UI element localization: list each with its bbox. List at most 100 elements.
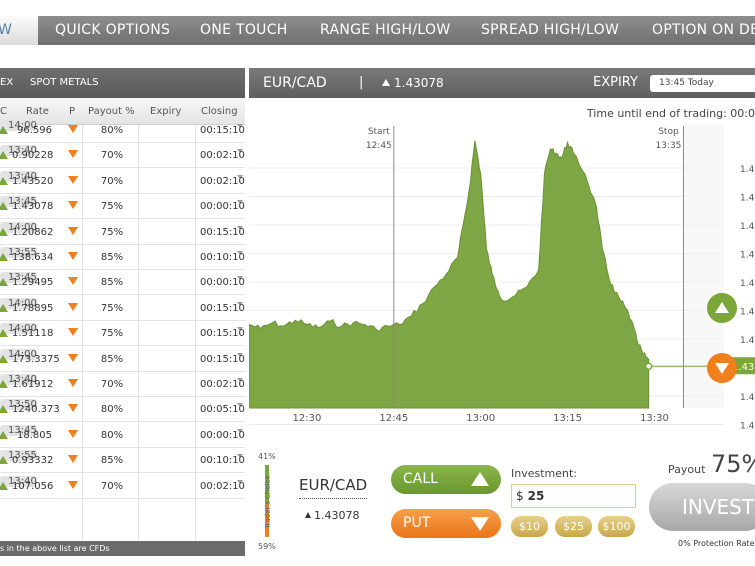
asset-row[interactable]: 1.61912 70% 13:40 00:02:10 (0, 372, 245, 397)
asset-rate: 1.43078 (12, 201, 54, 213)
y-tick-label: 1.4 (740, 165, 755, 175)
up-arrow-icon (305, 512, 311, 518)
expiry-select[interactable]: 13:45 Today (650, 75, 755, 92)
amount-25-button[interactable]: $25 (555, 516, 592, 537)
asset-row[interactable]: 1240.373 80% 13:50 00:05:10 (0, 397, 245, 423)
up-arrow-icon[interactable] (0, 227, 8, 236)
up-arrow-icon[interactable] (0, 253, 8, 261)
asset-row[interactable]: 107.056 70% 13:40 00:02:10 (0, 474, 245, 499)
up-arrow-icon[interactable] (0, 176, 8, 185)
asset-row[interactable]: 1.20862 75% 14:00 00:15:10 (0, 220, 245, 245)
down-arrow-icon[interactable] (68, 277, 78, 286)
protection-rate: 0% Protection Rate (678, 539, 755, 548)
down-arrow-icon[interactable] (68, 175, 78, 184)
tab-spot-metals[interactable]: SPOT METALS (30, 68, 99, 98)
asset-row[interactable]: 173.3375 85% 14:00 00:15:10 (0, 347, 245, 372)
current-rate-value: 1.43078 (394, 76, 444, 90)
tab-label: OPTION ON DEM (652, 22, 755, 38)
tab-range-high-low[interactable]: RANGE HIGH/LOW (320, 16, 450, 45)
down-arrow-icon[interactable] (68, 455, 78, 464)
down-arrow-icon[interactable] (68, 226, 78, 235)
tab-one-touch[interactable]: ONE TOUCH (200, 16, 288, 45)
asset-payout: 75% (100, 328, 124, 340)
down-arrow-icon[interactable] (68, 302, 78, 311)
current-rate: 1.43078 (382, 68, 444, 98)
up-arrow-icon (382, 79, 390, 86)
closing-countdown: 00:10:10 (200, 455, 245, 467)
start-label: Start (368, 127, 390, 137)
down-arrow-icon[interactable] (68, 353, 78, 362)
call-percentage: 41% (258, 452, 276, 461)
asset-rate: 107.056 (12, 480, 54, 492)
up-arrow-icon[interactable] (0, 202, 8, 211)
chart-put-button[interactable] (707, 353, 737, 383)
call-button[interactable]: CALL (391, 465, 501, 494)
down-arrow-icon[interactable] (68, 480, 78, 489)
asset-payout: 75% (100, 226, 124, 238)
put-percentage: 59% (258, 542, 276, 551)
tab-label: RANGE HIGH/LOW (320, 22, 451, 38)
asset-row[interactable]: 0.93332 85% 13:55 00:10:10 (0, 448, 245, 474)
asset-rate: 1.51118 (12, 328, 54, 340)
tab-binary[interactable]: W (0, 16, 38, 45)
closing-countdown: 00:02:10 (200, 379, 245, 390)
down-arrow-icon[interactable] (68, 150, 78, 159)
asset-row[interactable]: 1.78895 75% 14:00 00:15:10 (0, 296, 245, 321)
asset-row[interactable]: 0.90228 70% 13:40 00:02:10 (0, 143, 245, 169)
tab-forex[interactable]: EX (0, 68, 13, 98)
invest-button[interactable]: INVEST (649, 483, 755, 531)
asset-payout: 75% (100, 201, 124, 213)
up-arrow-icon[interactable] (0, 329, 8, 338)
y-tick-label: 1.4 (740, 308, 755, 318)
up-arrow-icon[interactable] (0, 380, 8, 388)
asset-rate: 1.78895 (12, 302, 54, 314)
asset-pair: EUR/CAD (263, 75, 327, 91)
chart-call-button[interactable] (707, 293, 737, 323)
tab-quick-options[interactable]: QUICK OPTIONS (55, 16, 170, 45)
up-arrow-icon[interactable] (0, 456, 8, 465)
traders-choice-label: Trader's Choice (263, 475, 272, 529)
put-button[interactable]: PUT (391, 509, 501, 538)
down-arrow-icon[interactable] (68, 252, 78, 260)
down-arrow-icon[interactable] (68, 404, 78, 413)
asset-row[interactable]: 1.51118 75% 14:00 00:15:10 (0, 321, 245, 347)
up-arrow-icon[interactable] (0, 126, 8, 134)
up-arrow-icon[interactable] (0, 481, 8, 490)
down-arrow-icon[interactable] (68, 201, 78, 210)
trading-app: { "nav": { "tabs": [ {"label": "W"}, {"l… (0, 0, 755, 566)
down-arrow-icon[interactable] (68, 429, 78, 438)
down-arrow-icon[interactable] (68, 125, 78, 133)
x-tick-label: 12:45 (379, 413, 408, 424)
up-arrow-icon[interactable] (0, 430, 8, 439)
down-arrow-icon (471, 517, 489, 531)
up-arrow-icon[interactable] (0, 303, 8, 312)
start-time: 12:45 (366, 141, 392, 151)
asset-row[interactable]: 138.634 85% 13:55 00:10:10 (0, 245, 245, 270)
closing-countdown: 00:02:10 (200, 175, 245, 187)
tab-spread-high-low[interactable]: SPREAD HIGH/LOW (481, 16, 619, 45)
up-arrow-icon[interactable] (0, 354, 8, 363)
asset-row[interactable]: 1.29495 85% 13:45 00:00:10 (0, 270, 245, 296)
asset-row[interactable]: 96.596 80% 14:00 00:15:10 (0, 118, 245, 143)
asset-row[interactable]: 1.43520 70% 13:40 00:02:10 (0, 169, 245, 194)
investment-input[interactable]: $25 (511, 484, 636, 508)
asset-row[interactable]: 1.43078 75% 13:45 00:00:10 (0, 194, 245, 220)
trade-rate: 1.43078 (305, 509, 360, 522)
asset-row[interactable]: 18.805 80% 13:45 00:00:10 (0, 423, 245, 448)
x-tick-label: 13:00 (466, 413, 495, 424)
up-arrow-icon[interactable] (0, 405, 8, 414)
up-arrow-icon[interactable] (0, 151, 8, 160)
x-tick-label: 13:15 (553, 413, 582, 424)
y-tick-label: 1.4 (740, 251, 755, 261)
closing-countdown: 00:15:10 (200, 226, 245, 238)
tab-option-on-demand[interactable]: OPTION ON DEM (652, 16, 755, 45)
y-tick-label: 1.4 (740, 393, 755, 403)
up-arrow-icon[interactable] (0, 278, 8, 287)
down-arrow-icon[interactable] (68, 328, 78, 337)
stop-label: Stop (658, 127, 679, 137)
down-arrow-icon[interactable] (68, 379, 78, 387)
asset-rate: 1.29495 (12, 277, 54, 289)
main-nav: W QUICK OPTIONS ONE TOUCH RANGE HIGH/LOW… (0, 16, 755, 45)
amount-100-button[interactable]: $100 (598, 516, 635, 537)
amount-10-button[interactable]: $10 (511, 516, 548, 537)
